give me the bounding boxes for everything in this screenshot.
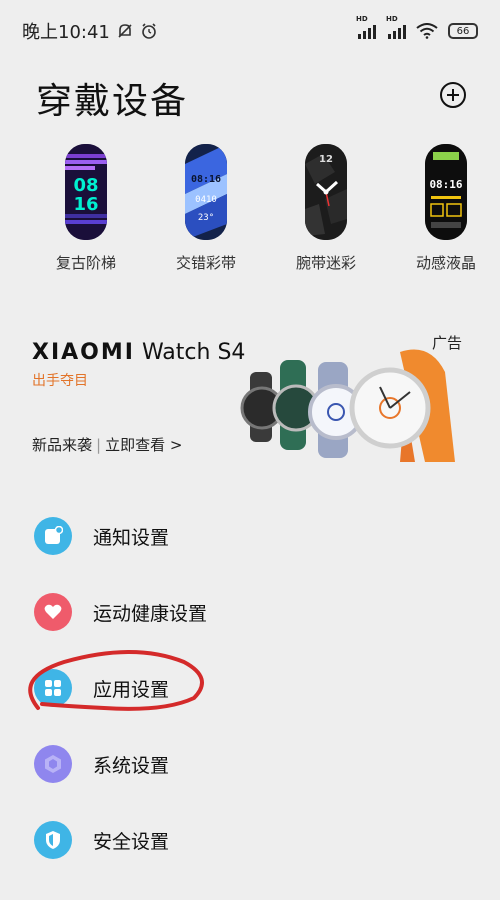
- ad-brand-model: Watch S4: [134, 340, 246, 365]
- menu-item-health[interactable]: 运动健康设置: [0, 574, 500, 650]
- ad-banner[interactable]: XIAOMI Watch S4 出手夺目 广告 新品来袭 | 立即查看 >: [0, 322, 500, 472]
- heart-icon: [34, 593, 72, 631]
- face-numeral: 12: [319, 154, 333, 165]
- face-temp: 23°: [198, 213, 214, 223]
- wifi-icon: [416, 23, 438, 39]
- face-time: 08:16: [191, 174, 221, 185]
- status-right: HD HD 66: [356, 15, 478, 39]
- signal-icon: HD: [386, 15, 406, 39]
- watch-face-carousel: 08 16 复古阶梯 08:16 0410 23° 交错彩带 12 腕带迷彩 0…: [0, 144, 500, 274]
- menu-label: 应用设置: [93, 678, 170, 701]
- alarm-clock-icon: [142, 23, 156, 39]
- menu-label: 系统设置: [93, 754, 170, 777]
- battery-indicator: 66: [448, 23, 478, 39]
- hd-label: HD: [356, 15, 368, 23]
- watch-product-image: [240, 349, 455, 462]
- apps-grid-icon: [34, 669, 72, 707]
- watch-face-label: 交错彩带: [175, 254, 236, 272]
- status-time: 晚上10:41: [22, 22, 110, 43]
- watch-face-thumbnail: 12: [305, 144, 347, 240]
- add-device-button[interactable]: [440, 82, 466, 108]
- watch-face-item[interactable]: 08 16 复古阶梯: [31, 144, 141, 273]
- menu-label: 安全设置: [93, 830, 170, 853]
- status-left: 晚上10:41: [22, 18, 158, 44]
- watch-face-item[interactable]: 12 腕带迷彩: [271, 144, 381, 273]
- ad-slogan: 出手夺目: [32, 373, 88, 389]
- ad-brand-logo: XIAOMI: [32, 340, 135, 365]
- shield-icon: [34, 821, 72, 859]
- watch-face-item[interactable]: 08:16 0410 23° 交错彩带: [151, 144, 261, 273]
- watch-face-label: 复古阶梯: [55, 254, 116, 272]
- watch-face-thumbnail: 08:16 0410 23°: [185, 144, 227, 240]
- face-date: 0410: [195, 195, 217, 205]
- watch-face-label: 腕带迷彩: [295, 254, 356, 272]
- watch-face-thumbnail: 08:16: [425, 144, 467, 240]
- status-bar: 晚上10:41 HD HD 66: [0, 0, 500, 62]
- ad-link-left: 新品来袭: [32, 436, 93, 454]
- watch-face-thumbnail: 08 16: [65, 144, 107, 240]
- watch-face-label: 动感液晶: [415, 254, 476, 272]
- ad-brand: XIAOMI Watch S4: [32, 340, 245, 365]
- face-time-hour: 08: [73, 175, 98, 196]
- menu-label: 运动健康设置: [93, 602, 208, 625]
- mute-bell-icon: [118, 24, 132, 38]
- menu-item-apps[interactable]: 应用设置: [0, 650, 500, 726]
- page-title: 穿戴设备: [36, 81, 189, 122]
- menu-item-security[interactable]: 安全设置: [0, 802, 500, 878]
- system-hexagon-icon: [34, 745, 72, 783]
- face-time-minute: 16: [73, 194, 98, 215]
- menu-item-notification[interactable]: 通知设置: [0, 498, 500, 574]
- hd-label: HD: [386, 15, 398, 23]
- signal-icon: HD: [356, 15, 376, 39]
- watch-face-item[interactable]: 08:16 动感液晶: [391, 144, 500, 273]
- notification-icon: [34, 517, 72, 555]
- face-time: 08:16: [429, 178, 462, 191]
- menu-item-system[interactable]: 系统设置: [0, 726, 500, 802]
- ad-link[interactable]: 新品来袭 | 立即查看 >: [32, 434, 182, 455]
- menu-label: 通知设置: [93, 526, 170, 549]
- ad-link-right[interactable]: 立即查看 >: [105, 436, 182, 454]
